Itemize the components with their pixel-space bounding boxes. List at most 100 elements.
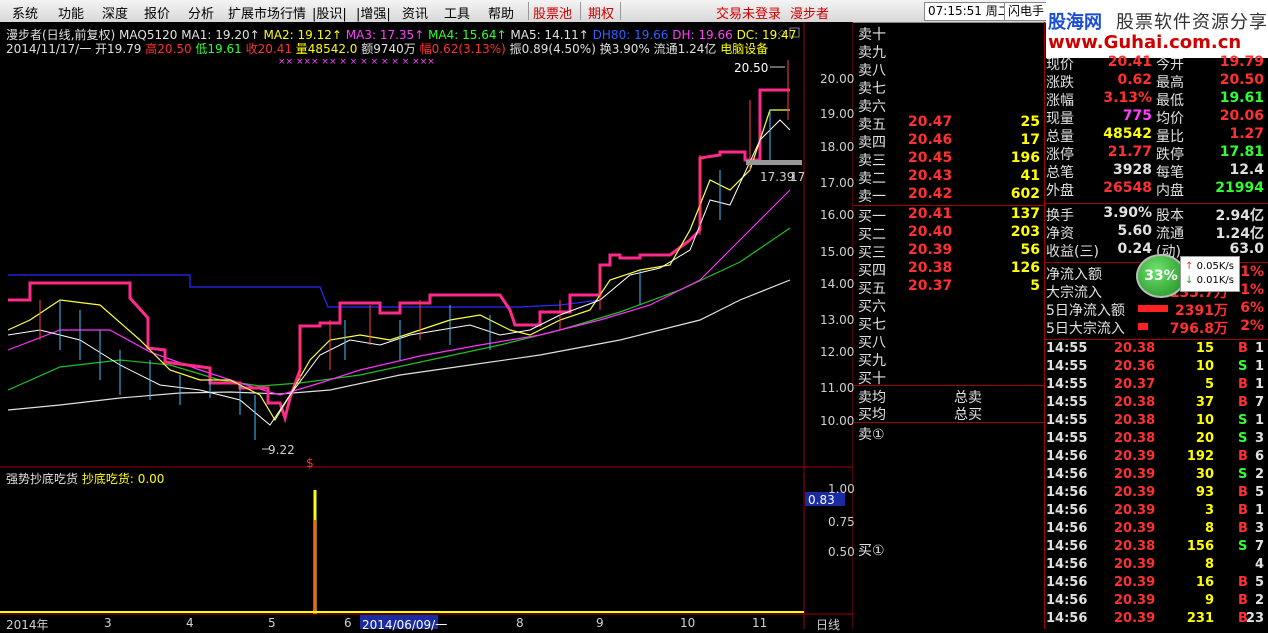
tick-row: 14:55 20.37 5 B 1 <box>1046 377 1264 392</box>
tick-row: 14:55 20.38 10 S 1 <box>1046 413 1264 428</box>
quote-row: 总笔 3928 每笔 12.4 <box>1046 162 1264 181</box>
upload-arrow-icon: ↑ <box>1185 261 1194 272</box>
tick-row: 14:55 20.36 10 S 1 <box>1046 359 1264 374</box>
quote-row: 净资 5.60 流通 1.24亿 <box>1046 223 1264 242</box>
menu-enhance[interactable]: |增强| <box>356 3 391 22</box>
logo-url: www.Guhai.com.cn <box>1048 32 1242 53</box>
orderbook-row-buy[interactable]: 买十 <box>858 368 1044 387</box>
tick-row: 14:55 20.38 37 B 7 <box>1046 395 1264 410</box>
download-arrow-icon: ↓ <box>1185 275 1194 286</box>
bar-date: 2014/11/17/一 <box>6 42 92 56</box>
menu-system[interactable]: 系统 <box>12 3 38 22</box>
menu-quote[interactable]: 报价 <box>144 3 170 22</box>
quote-row: 现价 20.41 今开 19.79 <box>1046 54 1264 73</box>
orderbook-row-buy[interactable]: 买二 20.40 203 <box>858 224 1044 243</box>
orderbook-row-sell[interactable]: 卖七 <box>858 78 1044 97</box>
indicator-value: 抄底吃货: 0.00 <box>81 472 165 486</box>
price-label: 12.00 <box>820 345 855 359</box>
orderbook-avg-sell: 卖均 总卖 <box>858 390 982 406</box>
price-label: 15.00 <box>820 245 855 259</box>
orderbook-row-buy[interactable]: 买八 <box>858 332 1044 351</box>
x-label: 9 <box>596 616 604 630</box>
network-speed-badge[interactable]: 33% <box>1136 254 1186 298</box>
orderbook-row-sell[interactable]: 卖三 20.45 196 <box>858 150 1044 169</box>
tick-row: 14:56 20.39 8 4 <box>1046 557 1264 572</box>
orderbook-row-buy[interactable]: 买七 <box>858 314 1044 333</box>
orderbook-row-sell[interactable]: 卖四 20.46 17 <box>858 132 1044 151</box>
menu-info[interactable]: 资讯 <box>402 3 428 22</box>
quote-row: 涨跌 0.62 最高 20.50 <box>1046 72 1264 91</box>
current-stock-name: 漫步者 <box>790 7 830 22</box>
orderbook-row-buy[interactable]: 买五 20.37 5 <box>858 278 1044 297</box>
mid-marker-2: 17 <box>790 170 806 184</box>
orderbook-buy-queue[interactable]: 买① <box>858 540 1044 559</box>
price-label: 14.00 <box>820 277 855 291</box>
x-label: 3 <box>104 616 112 630</box>
menu-options[interactable]: 期权 <box>588 3 614 22</box>
orderbook-row-buy[interactable]: 买四 20.38 126 <box>858 260 1044 279</box>
x-label: 8 <box>516 616 524 630</box>
orderbook-row-sell[interactable]: 卖十 <box>858 24 1044 43</box>
quote-row: 外盘 26548 内盘 21994 <box>1046 180 1264 199</box>
menu-function[interactable]: 功能 <box>58 3 84 22</box>
ohlc-info-line: 2014/11/17/一 开19.79 高20.50 低19.61 收20.41… <box>6 40 768 57</box>
price-label: 10.00 <box>820 414 855 428</box>
high-marker: 20.50 <box>734 61 769 75</box>
orderbook-row-sell[interactable]: 卖六 <box>858 96 1044 115</box>
trade-login-status[interactable]: 交易未登录 <box>716 3 781 22</box>
x-label: 6 <box>344 616 352 630</box>
upload-speed: 0.05K/s <box>1196 261 1234 272</box>
flow-row: 5日净流入额 2391万 6% <box>1046 300 1264 319</box>
bar-open: 开19.79 <box>95 42 142 56</box>
tick-row: 14:56 20.39 3 B 1 <box>1046 503 1264 518</box>
dollar-icon: $ <box>306 456 314 470</box>
menu-analysis[interactable]: 分析 <box>188 3 214 22</box>
orderbook-row-sell[interactable]: 卖九 <box>858 42 1044 61</box>
bar-high: 高20.50 <box>145 42 192 56</box>
bar-amp: 振0.89(4.50%) <box>509 42 596 56</box>
period-label[interactable]: 日线 <box>816 616 840 633</box>
menu-extended-market[interactable]: 扩展市场行情 <box>228 3 306 22</box>
flash-trade-button[interactable]: 闪电手 <box>1004 2 1049 21</box>
quote-row: 换手 3.90% 股本 2.94亿 <box>1046 205 1264 224</box>
menu-help[interactable]: 帮助 <box>488 3 514 22</box>
low-marker: 9.22 <box>268 443 295 457</box>
x-label-current: 2014/06/09/一 <box>362 618 448 632</box>
quote-row: 现量 775 均价 20.06 <box>1046 108 1264 127</box>
menu-tools[interactable]: 工具 <box>444 3 470 22</box>
tick-row: 14:56 20.39 8 B 3 <box>1046 521 1264 536</box>
price-label: 11.00 <box>820 381 855 395</box>
menu-depth[interactable]: 深度 <box>102 3 128 22</box>
price-label: 16.00 <box>820 208 855 222</box>
orderbook-row-buy[interactable]: 买六 <box>858 296 1044 315</box>
price-label: 18.00 <box>820 140 855 154</box>
orderbook-row-sell[interactable]: 卖一 20.42 602 <box>858 186 1044 205</box>
logo-text-sub: 股票软件资源分享 <box>1116 12 1268 33</box>
x-label: 5 <box>268 616 276 630</box>
orderbook-row-buy[interactable]: 买三 20.39 56 <box>858 242 1044 261</box>
indicator-name[interactable]: 强势抄底吃货 <box>6 472 78 486</box>
menu-stock-knowledge[interactable]: |股识| <box>312 3 347 22</box>
orderbook-sell-queue[interactable]: 卖① <box>858 424 1044 443</box>
logo-text-main: 股海网 <box>1048 12 1102 33</box>
bar-volume: 量48542.0 <box>295 42 358 56</box>
menu-stock-pool[interactable]: 股票池 <box>533 3 572 22</box>
sector-link[interactable]: 电脑设备 <box>720 42 768 56</box>
bar-amount: 额9740万 <box>361 42 416 56</box>
bar-close: 收20.41 <box>245 42 292 56</box>
orderbook-row-sell[interactable]: 卖二 20.43 41 <box>858 168 1044 187</box>
x-label: 10 <box>680 616 696 630</box>
x-label: 11 <box>752 616 768 630</box>
kline-chart[interactable]: ◇ ×× ××× ×× × × × × × × × ××× <box>0 22 853 629</box>
tick-row: 14:56 20.39 16 B 5 <box>1046 575 1264 590</box>
price-label: 20.00 <box>820 72 855 86</box>
orderbook-row-buy[interactable]: 买一 20.41 137 <box>858 206 1044 225</box>
bar-float: 流通1.24亿 <box>653 42 717 56</box>
ind-current-value: 0.83 <box>808 493 835 507</box>
orderbook-row-buy[interactable]: 买九 <box>858 350 1044 369</box>
site-logo: 股海网 股票软件资源分享 www.Guhai.com.cn <box>1046 0 1268 58</box>
orderbook-row-sell[interactable]: 卖八 <box>858 60 1044 79</box>
tick-row: 14:56 20.39 9 B 2 <box>1046 593 1264 608</box>
orderbook-row-sell[interactable]: 卖五 20.47 25 <box>858 114 1044 133</box>
orderbook-avg-buy: 买均 总买 <box>858 407 982 423</box>
